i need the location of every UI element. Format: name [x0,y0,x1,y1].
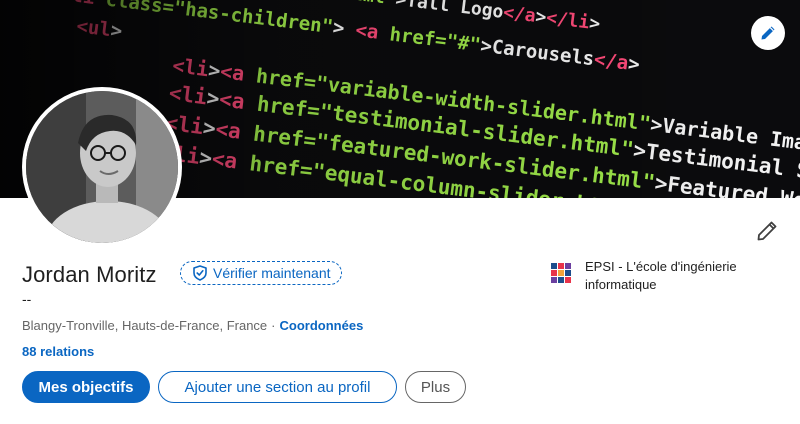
edit-profile-button[interactable] [754,218,780,244]
pencil-icon [757,221,777,241]
profile-avatar[interactable] [22,87,182,247]
profile-card: <li><a href="tall-logo.html">Tall Logo</… [0,0,800,424]
add-profile-section-button[interactable]: Ajouter une section au profil [158,371,397,403]
shield-check-icon [193,265,207,281]
profile-headline: -- [22,291,32,307]
school-name: EPSI - L'école d'ingénierie informatique [585,259,737,292]
pencil-icon [761,26,775,40]
relations-link[interactable]: 88 relations [22,343,94,361]
verify-now-button[interactable]: Vérifier maintenant [180,261,342,285]
profile-photo [26,91,178,243]
verify-now-label: Vérifier maintenant [213,265,331,281]
edit-banner-button[interactable] [751,16,785,50]
location-separator: · [271,318,276,333]
my-goals-button[interactable]: Mes objectifs [22,371,150,403]
profile-location-row: Blangy-Tronville, Hauts-de-France, Franc… [22,317,363,335]
profile-location: Blangy-Tronville, Hauts-de-France, Franc… [22,318,268,333]
profile-name: Jordan Moritz [22,262,157,287]
more-button[interactable]: Plus [405,371,466,403]
contact-info-link[interactable]: Coordonnées [280,317,364,335]
school-logo [551,263,571,283]
education-entry[interactable]: EPSI - L'école d'ingénierie informatique [551,258,781,294]
